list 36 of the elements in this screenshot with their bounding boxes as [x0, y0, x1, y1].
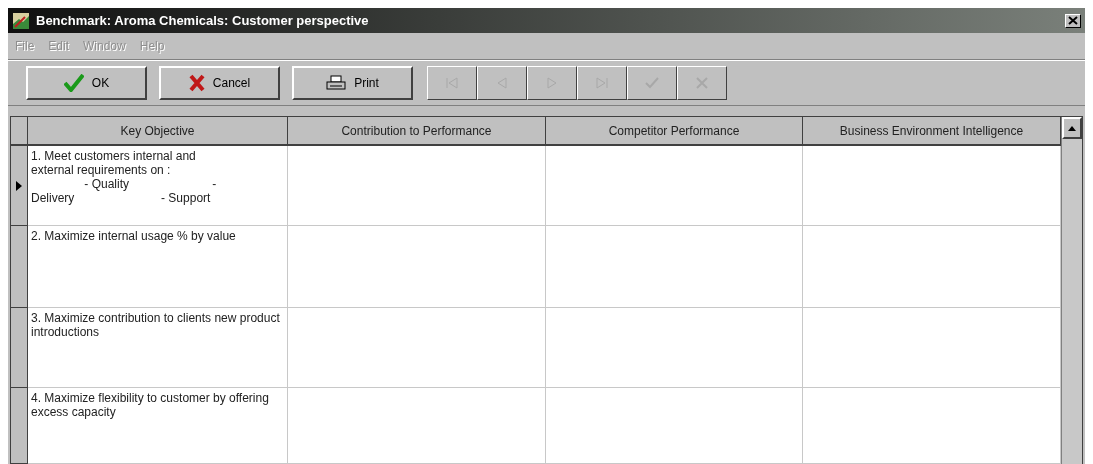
table-cell[interactable] [546, 146, 803, 226]
table-cell[interactable] [546, 308, 803, 388]
print-button[interactable]: Print [292, 66, 413, 100]
row-indicator[interactable] [11, 388, 28, 464]
table-cell[interactable] [288, 226, 546, 308]
row-indicator[interactable] [11, 308, 28, 388]
printer-icon [326, 75, 347, 91]
column-header[interactable]: Competitor Performance [546, 117, 803, 146]
row-indicator[interactable] [11, 226, 28, 308]
table-cell[interactable]: 1. Meet customers internal and external requirements on : - Quality - Delivery - Support [28, 146, 288, 226]
table-cell[interactable]: 4. Maximize flexibility to customer by offering excess capacity [28, 388, 288, 464]
table-cell[interactable]: 3. Maximize contribution to clients new product introductions [28, 308, 288, 388]
close-button[interactable] [1065, 13, 1081, 28]
ok-button[interactable]: OK [26, 66, 147, 100]
column-header[interactable]: Business Environment Intelligence [803, 117, 1061, 146]
window-title: Benchmark: Aroma Chemicals: Customer perspective [36, 13, 370, 28]
up-arrow-icon [1068, 125, 1076, 131]
app-icon [12, 11, 30, 30]
scroll-up-button[interactable] [1062, 117, 1082, 139]
table-cell[interactable]: 2. Maximize internal usage % by value [28, 226, 288, 308]
close-icon [1068, 16, 1078, 25]
check-icon [645, 77, 659, 89]
table-cell[interactable] [288, 388, 546, 464]
row-indicator[interactable] [11, 146, 28, 226]
table-cell[interactable] [546, 388, 803, 464]
cancel-button[interactable]: Cancel [159, 66, 280, 100]
table-cell[interactable] [288, 146, 546, 226]
column-header[interactable]: Contribution to Performance [288, 117, 546, 146]
column-header[interactable]: Key Objective [28, 117, 288, 146]
check-icon [63, 74, 84, 92]
cross-icon [188, 74, 205, 92]
cross-icon [696, 77, 708, 89]
current-row-icon [16, 180, 22, 191]
table-cell[interactable] [288, 308, 546, 388]
table-cell[interactable] [546, 226, 803, 308]
vertical-scrollbar[interactable] [1061, 117, 1082, 464]
